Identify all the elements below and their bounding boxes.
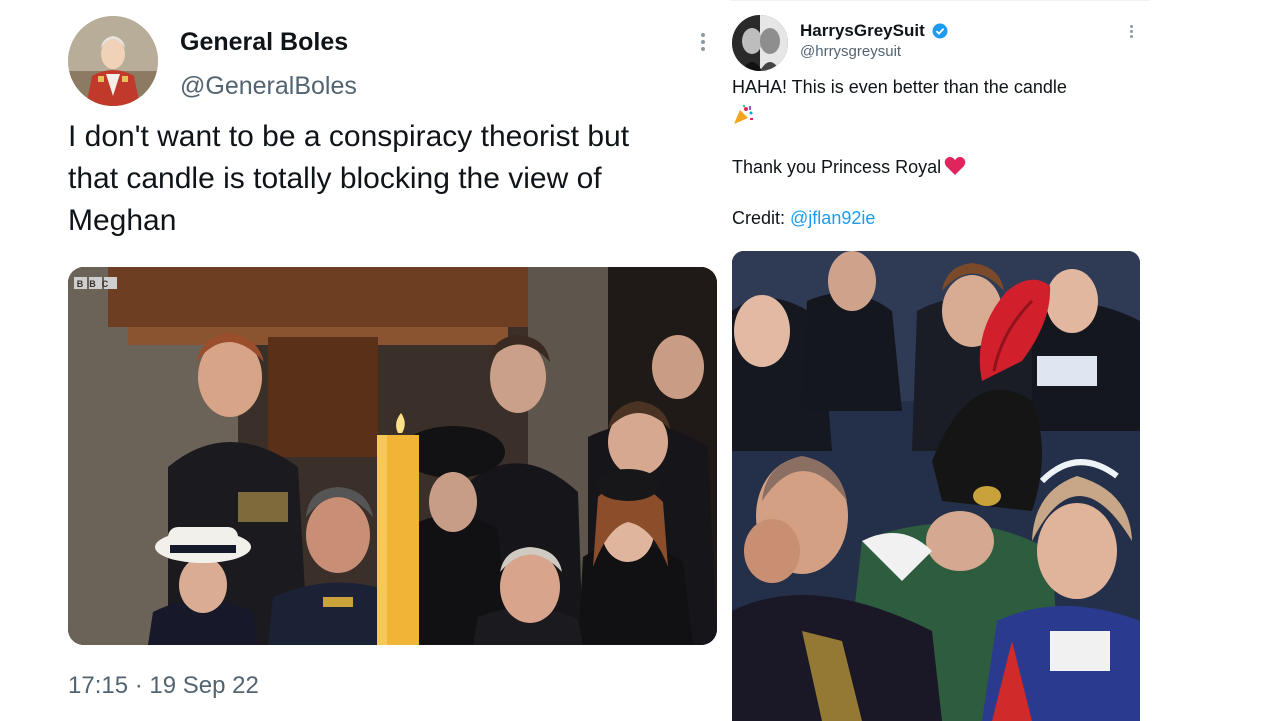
more-options-icon[interactable]: [1126, 23, 1136, 43]
more-options-icon[interactable]: [696, 30, 710, 58]
svg-text:BBC: BBC: [77, 279, 115, 289]
tweet-photo[interactable]: BBC: [68, 267, 717, 645]
tweet-text-line-2: Thank you Princess Royal: [732, 157, 942, 177]
general-boles-avatar[interactable]: [68, 16, 158, 106]
tweet-photo[interactable]: [732, 251, 1140, 721]
bbc-watermark: BBC: [74, 277, 117, 289]
tweet-timestamp[interactable]: 17:15 · 19 Sep 22: [68, 672, 259, 700]
tweet-text-line: Meghan: [68, 204, 177, 237]
author-handle[interactable]: @hrrysgreysuit: [800, 43, 901, 60]
tweet-text-line: Thank you Princess Royal: [732, 156, 966, 178]
tweet-text-line: I don't want to be a conspiracy theorist…: [68, 120, 630, 153]
credit-mention-link[interactable]: @jflan92ie: [790, 208, 875, 228]
author-handle[interactable]: @GeneralBoles: [180, 72, 357, 101]
party-popper-emoji-icon: [732, 104, 754, 126]
left-tweet: General Boles @GeneralBoles I don't want…: [0, 0, 730, 720]
harrysgreysuit-avatar[interactable]: [732, 15, 788, 71]
tweet-text: I don't want to be a conspiracy theorist…: [68, 116, 718, 242]
credit-line: Credit: @jflan92ie: [732, 208, 875, 229]
author-name[interactable]: HarrysGreySuit: [800, 21, 925, 41]
credit-label: Credit:: [732, 208, 791, 228]
tweet-text-line: HAHA! This is even better than the candl…: [732, 77, 1067, 97]
verified-badge-icon: [932, 23, 948, 39]
right-tweet: HarrysGreySuit @hrrysgreysuit HAHA! This…: [730, 0, 1150, 721]
tweet-text-line: that candle is totally blocking the view…: [68, 162, 602, 195]
author-name[interactable]: General Boles: [180, 28, 348, 57]
red-heart-emoji-icon: [944, 156, 966, 176]
